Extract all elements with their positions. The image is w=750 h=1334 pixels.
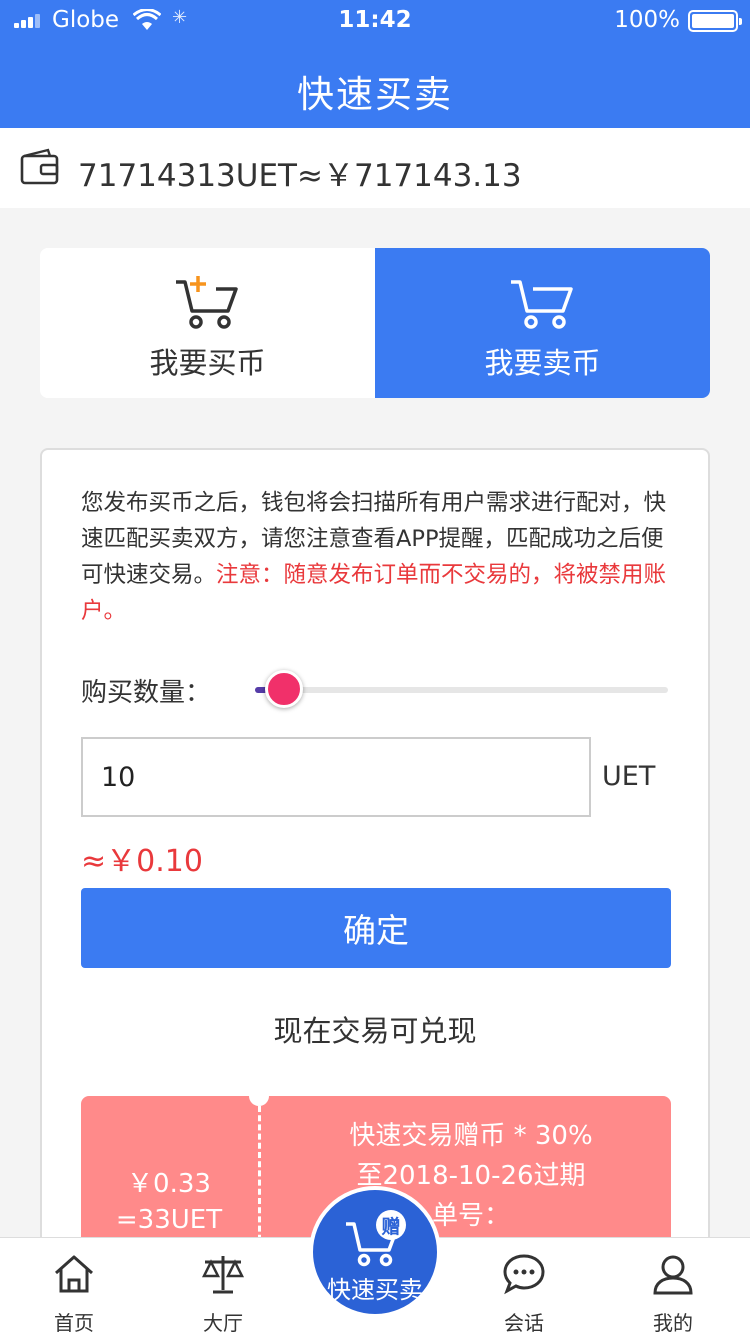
tab-sell-coin[interactable]: 我要卖币	[375, 248, 710, 398]
price-estimate: ≈￥0.10	[81, 844, 203, 879]
cart-gift-icon: 赠	[346, 1210, 406, 1267]
coupon-amount: ￥0.33	[127, 1169, 211, 1199]
app-header: Globe ✳ 11:42 100% 快速买卖	[0, 0, 750, 128]
user-icon	[653, 1255, 693, 1295]
nav-hall-label: 大厅	[203, 1311, 243, 1334]
trade-tabs: 我要买币 我要卖币	[40, 248, 710, 398]
tab-buy-label: 我要买币	[149, 346, 266, 380]
tab-sell-label: 我要卖币	[484, 346, 601, 380]
tab-buy-coin[interactable]: 我要买币	[40, 248, 375, 398]
coupon-value: ￥0.33 =33UET	[81, 1166, 257, 1238]
chat-icon	[503, 1254, 545, 1295]
buy-form-card: 您发布买币之后，钱包将会扫描所有用户需求进行配对，快速匹配买卖双方，请您注意查看…	[40, 448, 710, 1268]
scale-icon	[201, 1256, 245, 1294]
battery-icon	[688, 10, 742, 32]
page-title: 快速买卖	[297, 73, 453, 116]
nav-profile-label: 我的	[653, 1311, 693, 1334]
nav-quick-trade[interactable]: 赠 快速买卖	[309, 1186, 441, 1318]
coupon-amount-uet: =33UET	[115, 1205, 223, 1235]
coupon-bonus-rate: 快速交易赠币 * 30%	[349, 1121, 593, 1151]
quantity-label: 购买数量：	[81, 678, 212, 708]
notice-text: 您发布买币之后，钱包将会扫描所有用户需求进行配对，快速匹配买卖双方，请您注意查看…	[81, 485, 671, 629]
slider-knob[interactable]	[265, 670, 303, 708]
nav-home[interactable]: 首页	[19, 1238, 129, 1334]
quantity-slider[interactable]	[255, 687, 668, 693]
nav-chat[interactable]: 会话	[469, 1238, 579, 1334]
gift-badge: 赠	[381, 1215, 400, 1238]
quantity-input[interactable]	[81, 737, 591, 817]
status-bar: Globe ✳ 11:42 100%	[0, 0, 750, 40]
wallet-bar: 71714313UET≈￥717143.13	[0, 128, 750, 208]
nav-chat-label: 会话	[504, 1311, 544, 1334]
wallet-icon	[20, 148, 59, 185]
cart-plus-icon	[176, 276, 238, 329]
wallet-balance: 71714313UET≈￥717143.13	[78, 158, 522, 194]
nav-home-label: 首页	[54, 1311, 94, 1334]
coupon-notch	[249, 1086, 269, 1106]
nav-quick-trade-label: 快速买卖	[327, 1276, 423, 1304]
home-icon	[55, 1255, 93, 1293]
battery-percent: 100%	[614, 7, 680, 33]
nav-profile[interactable]: 我的	[618, 1238, 728, 1334]
nav-hall[interactable]: 大厅	[168, 1238, 278, 1334]
redeem-hint: 现在交易可兑现	[273, 1014, 477, 1048]
coupon-expiry: 至2018-10-26过期	[356, 1161, 586, 1191]
cart-icon	[511, 280, 573, 329]
quantity-unit: UET	[602, 761, 656, 792]
confirm-button[interactable]: 确定	[81, 888, 671, 968]
